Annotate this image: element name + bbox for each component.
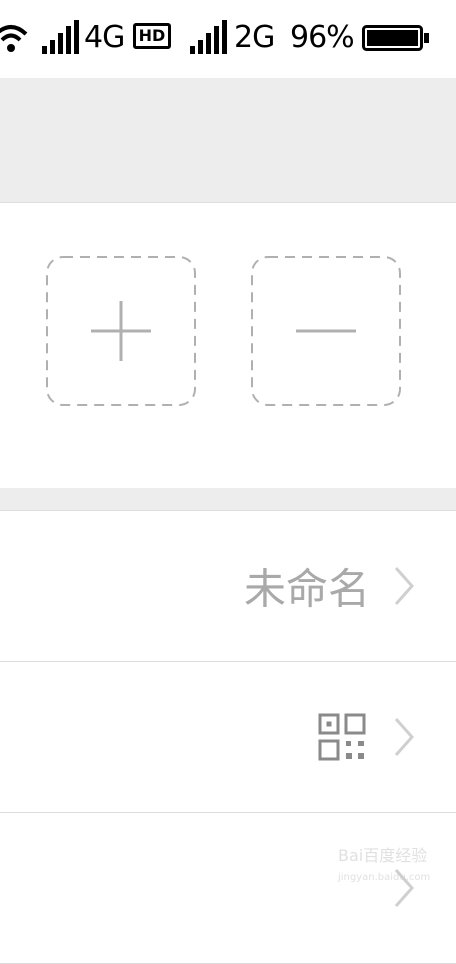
chevron-right-icon [394,718,414,756]
group-name-row[interactable]: 未命名 [0,511,456,662]
watermark-url: jingyan.baidu.com [338,872,431,883]
battery-icon [362,25,429,51]
wifi-icon [0,25,28,52]
section-divider [0,488,456,511]
network-type-1: 4G [84,20,125,55]
hd-icon: HD [133,23,171,49]
add-member-button[interactable] [46,256,196,406]
qr-code-icon [318,713,366,761]
battery-percent: 96% [290,20,355,55]
signal-icon [42,20,79,54]
plus-icon [46,256,196,406]
members-panel [0,203,456,488]
watermark-text: Bai百度经验 [338,846,428,865]
network-type-2: 2G [234,20,275,55]
chevron-right-icon [394,567,414,605]
qr-code-row[interactable] [0,662,456,813]
remove-member-button[interactable] [251,256,401,406]
signal-icon [190,20,227,54]
header-band [0,78,456,203]
status-bar: 4G HD 2G 96% [0,0,456,78]
baidu-watermark: Bai百度经验 jingyan.baidu.com [338,842,438,894]
group-name-value: 未命名 [243,564,370,614]
minus-icon [251,256,401,406]
